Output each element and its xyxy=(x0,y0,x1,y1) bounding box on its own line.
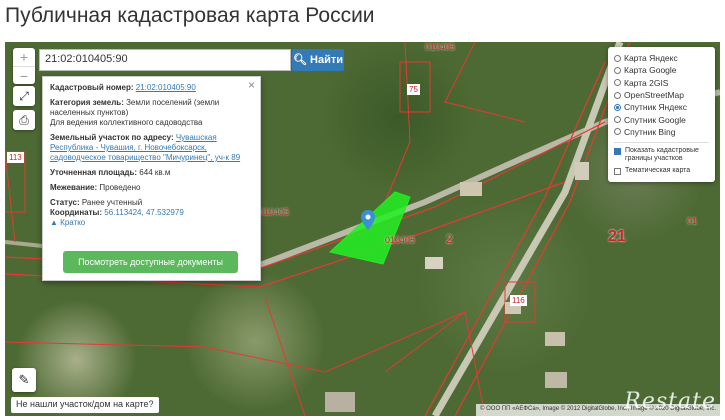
layer-option-label: Карта Яндекс xyxy=(624,53,678,64)
map-label-parcel-75: 75 xyxy=(407,84,420,95)
coords-value[interactable]: 56.113424, 47.532979 xyxy=(104,208,183,217)
layer-option-label: Карта Google xyxy=(624,65,677,76)
checkbox[interactable] xyxy=(614,148,621,156)
radio-button[interactable] xyxy=(614,54,621,62)
boundary-line-8 xyxy=(5,151,16,243)
zoom-out-button[interactable]: − xyxy=(13,66,35,84)
map-label-quarter-left: 010405 xyxy=(259,207,290,217)
boundary-line-10 xyxy=(384,311,486,416)
fullscreen-button[interactable]: ⤢ xyxy=(13,86,35,106)
layer-checkbox-row[interactable]: Тематическая карта xyxy=(614,167,709,176)
zoom-in-button[interactable]: + xyxy=(13,48,35,66)
status-row: Статус: Ранее учтенный xyxy=(50,198,253,208)
building-1 xyxy=(425,257,443,269)
view-documents-button[interactable]: Посмотреть доступные документы xyxy=(63,251,238,273)
radio-button[interactable] xyxy=(614,91,621,99)
layer-option[interactable]: Спутник Яндекс xyxy=(614,101,709,113)
cadastral-search-input[interactable]: 21:02:010405:90 xyxy=(39,49,291,71)
coords-row: Координаты: 56.113424, 47.532979 xyxy=(50,208,253,218)
cadastral-map[interactable]: 010405 75 113 010405 010405 2 21 116 01 … xyxy=(5,42,720,416)
print-button[interactable]: ⎙ xyxy=(13,110,35,130)
status-value: Ранее учтенный xyxy=(81,198,143,207)
layer-option-label: Спутник Яндекс xyxy=(624,102,687,113)
radio-button[interactable] xyxy=(614,79,621,87)
area-row: Уточненная площадь: 644 кв.м xyxy=(50,168,253,178)
map-label-quarter-top: 010405 xyxy=(425,42,456,52)
cadastral-number-row: Кадастровый номер: 21:02:010405:90 xyxy=(50,83,253,93)
building-7 xyxy=(325,392,355,412)
expand-icon: ⤢ xyxy=(19,89,29,103)
layer-option[interactable]: Карта Google xyxy=(614,64,709,76)
layer-switcher: Карта Яндекс Карта Google Карта 2GIS OpenSt… xyxy=(608,47,715,182)
boundary-line-5 xyxy=(5,311,466,373)
layer-option-label: Спутник Bing xyxy=(624,126,676,137)
coords-label: Координаты: xyxy=(50,208,103,217)
survey-row: Межевание: Проведено xyxy=(50,183,253,193)
layer-option-label: Спутник Google xyxy=(624,114,686,125)
layer-options: Карта Яндекс Карта Google Карта 2GIS OpenSt… xyxy=(614,52,709,138)
boundary-line-9 xyxy=(444,42,526,123)
search-button-label: Найти xyxy=(310,54,343,66)
radio-button[interactable] xyxy=(614,103,621,111)
layer-option[interactable]: Карта Яндекс xyxy=(614,52,709,64)
area-value: 644 кв.м xyxy=(139,168,171,177)
restate-watermark: Restate xyxy=(624,389,716,414)
parcel-info-popup: × Кадастровый номер: 21:02:010405:90 Кат… xyxy=(42,76,261,281)
layer-option[interactable]: Карта 2GIS xyxy=(614,77,709,89)
building-5 xyxy=(575,162,589,180)
status-label: Статус: xyxy=(50,198,80,207)
map-label-quarter-center: 010405 xyxy=(385,235,416,245)
caret-up-icon: ▲ xyxy=(50,218,58,227)
search-icon: 🔍︎ xyxy=(292,54,307,66)
layer-option[interactable]: Спутник Bing xyxy=(614,126,709,138)
draw-button[interactable]: ✎ xyxy=(12,368,36,392)
layer-option[interactable]: Спутник Google xyxy=(614,113,709,125)
layer-checkbox-row[interactable]: Показать кадастровые границы участков xyxy=(614,147,709,163)
area-label: Уточненная площадь: xyxy=(50,168,138,177)
page-title: Публичная кадастровая карта России xyxy=(5,4,375,27)
location-pin-icon[interactable] xyxy=(361,210,375,230)
boundary-line-7 xyxy=(384,42,411,203)
not-found-link[interactable]: Не нашли участок/дом на карте? xyxy=(11,397,159,413)
collapse-link-label: Кратко xyxy=(60,218,86,227)
map-label-2: 2 xyxy=(446,232,453,246)
layer-checkboxes: Показать кадастровые границы участков Тем… xyxy=(614,147,709,176)
pencil-icon: ✎ xyxy=(18,372,30,387)
layer-option-label: Карта 2GIS xyxy=(624,77,669,88)
building-2 xyxy=(460,182,482,196)
printer-icon: ⎙ xyxy=(19,113,29,127)
layer-checkbox-label: Показать кадастровые границы участков xyxy=(625,147,699,163)
building-4 xyxy=(545,332,565,346)
address-row: Земельный участок по адресу: Чувашская Р… xyxy=(50,133,253,163)
checkbox[interactable] xyxy=(614,168,621,176)
land-category-row: Категория земель: Земли поселений (земли… xyxy=(50,98,253,128)
layer-option[interactable]: OpenStreetMap xyxy=(614,89,709,101)
cadastral-number-link[interactable]: 21:02:010405:90 xyxy=(136,83,196,92)
map-label-parcel-116: 116 xyxy=(510,295,527,306)
survey-value: Проведено xyxy=(99,183,141,192)
cadastral-number-label: Кадастровый номер: xyxy=(50,83,134,92)
building-6 xyxy=(545,372,567,388)
layer-checkbox-label: Тематическая карта xyxy=(625,167,691,175)
map-label-district-21: 21 xyxy=(608,228,626,245)
collapse-link[interactable]: ▲ Кратко xyxy=(50,218,253,228)
address-label: Земельный участок по адресу: xyxy=(50,133,174,142)
zoom-control: + − xyxy=(13,48,35,84)
search-button[interactable]: 🔍︎ Найти xyxy=(292,49,344,71)
radio-button[interactable] xyxy=(614,66,621,74)
land-use-value: Для ведения коллективного садоводства xyxy=(50,118,203,127)
layer-divider xyxy=(614,142,709,144)
land-category-label: Категория земель: xyxy=(50,98,124,107)
radio-button[interactable] xyxy=(614,128,621,136)
survey-label: Межевание: xyxy=(50,183,98,192)
close-icon[interactable]: × xyxy=(248,79,255,91)
layer-option-label: OpenStreetMap xyxy=(624,90,685,101)
boundary-line-6 xyxy=(264,296,306,416)
radio-button[interactable] xyxy=(614,116,621,124)
map-label-parcel-113: 113 xyxy=(7,152,24,163)
map-label-01: 01 xyxy=(687,216,698,226)
